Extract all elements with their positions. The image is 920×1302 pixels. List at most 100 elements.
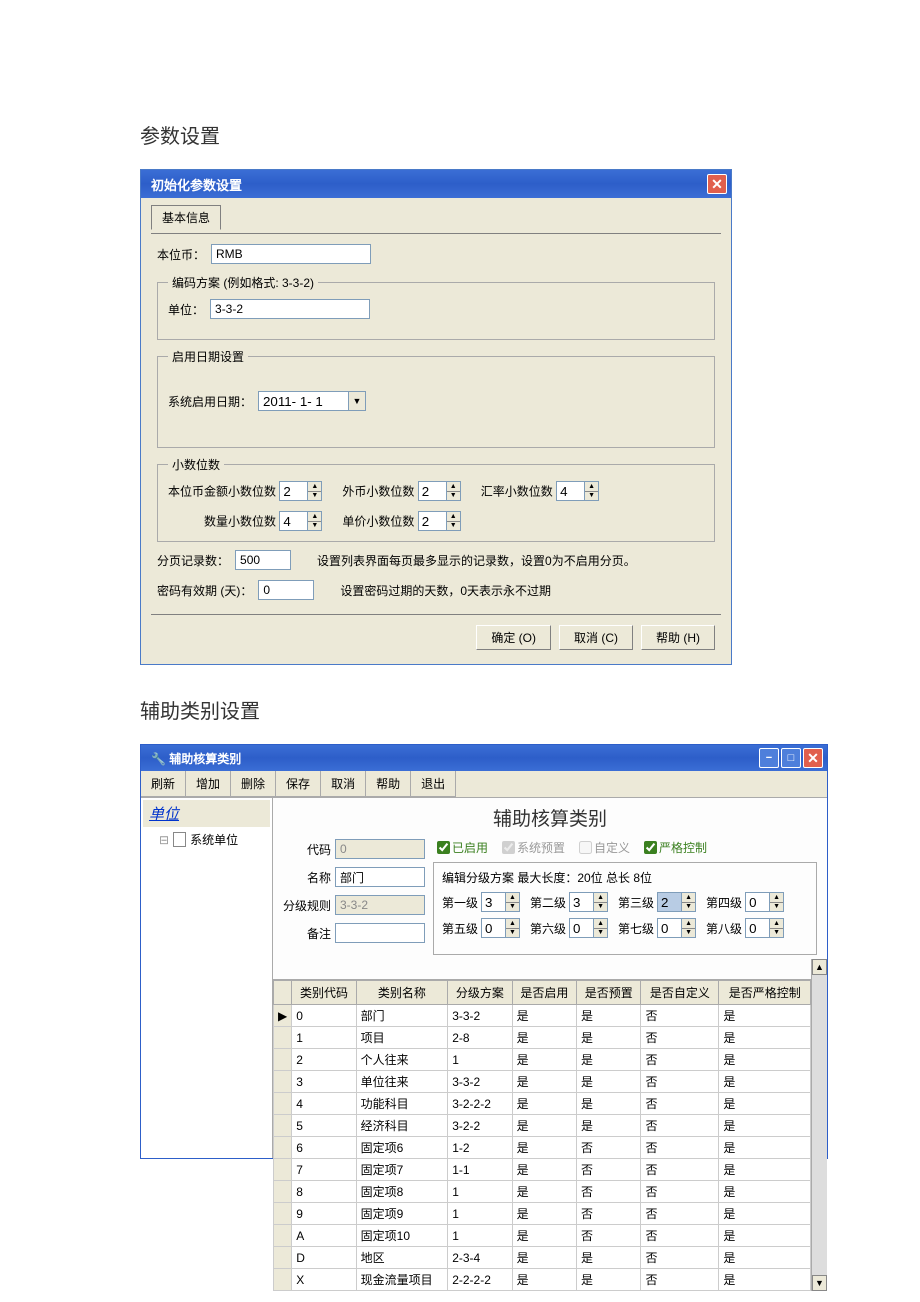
section-title-aux: 辅助类别设置 (140, 695, 780, 724)
sysdate-input[interactable] (258, 391, 348, 411)
toolbar-btn-删除[interactable]: 删除 (231, 771, 276, 797)
level-spinner-6[interactable]: ▲▼ (569, 918, 608, 938)
document-icon (173, 832, 186, 847)
ok-button[interactable]: 确定 (O) (476, 625, 551, 650)
close-icon-2[interactable]: ✕ (803, 748, 823, 768)
currency-input[interactable] (211, 244, 371, 264)
spin-up-icon[interactable]: ▲ (308, 482, 321, 492)
tree-item-system-unit[interactable]: 系统单位 (143, 827, 270, 852)
unit-label: 单位： (168, 301, 204, 318)
level-group: 编辑分级方案 最大长度：20位 总长 8位 第一级▲▼第二级▲▼第三级▲▼第四级… (433, 862, 817, 955)
col-header[interactable]: 分级方案 (448, 981, 512, 1005)
dropdown-icon[interactable]: ▼ (348, 391, 366, 411)
page-label: 分页记录数： (157, 552, 229, 569)
fieldset-encoding: 编码方案 (例如格式: 3-3-2) 单位： (157, 274, 715, 340)
table-row[interactable]: 3单位往来3-3-2是是否是 (274, 1071, 811, 1093)
chk-enabled[interactable]: 已启用 (437, 839, 488, 856)
col-header[interactable]: 是否严格控制 (719, 981, 811, 1005)
table-row[interactable]: 1项目2-8是是否是 (274, 1027, 811, 1049)
table-row[interactable]: A固定项101是否否是 (274, 1225, 811, 1247)
table-row[interactable]: D地区2-3-4是是否是 (274, 1247, 811, 1269)
toolbar-btn-增加[interactable]: 增加 (186, 771, 231, 797)
pwd-note: 设置密码过期的天数，0天表示永不过期 (340, 582, 551, 599)
chk-custom: 自定义 (579, 839, 630, 856)
date-legend: 启用日期设置 (168, 348, 248, 365)
scroll-up-icon[interactable]: ▲ (812, 959, 827, 975)
col-header[interactable]: 类别名称 (356, 981, 448, 1005)
toolbar-btn-帮助[interactable]: 帮助 (366, 771, 411, 797)
level-spinner-1[interactable]: ▲▼ (481, 892, 520, 912)
main-title: 辅助核算类别 (273, 798, 827, 835)
encoding-legend: 编码方案 (例如格式: 3-3-2) (168, 274, 318, 291)
decimal-legend: 小数位数 (168, 456, 224, 473)
toolbar-btn-刷新[interactable]: 刷新 (141, 771, 186, 797)
toolbar-btn-保存[interactable]: 保存 (276, 771, 321, 797)
scroll-down-icon[interactable]: ▼ (812, 1275, 827, 1291)
window-title: 初始化参数设置 (151, 175, 242, 194)
page-input[interactable] (235, 550, 291, 570)
rule-input (335, 895, 425, 915)
currency-label: 本位币： (157, 246, 205, 263)
table-row[interactable]: ▶0部门3-3-2是是否是 (274, 1005, 811, 1027)
dec-price-label: 单价小数位数 (342, 515, 414, 529)
dec-rate-spinner[interactable]: ▲▼ (556, 481, 599, 501)
dec-price-spinner[interactable]: ▲▼ (418, 511, 461, 531)
titlebar: 初始化参数设置 ✕ (141, 170, 731, 198)
close-icon[interactable]: ✕ (707, 174, 727, 194)
page-note: 设置列表界面每页最多显示的记录数，设置0为不启用分页。 (317, 552, 636, 569)
table-row[interactable]: 9固定项91是否否是 (274, 1203, 811, 1225)
chk-strict[interactable]: 严格控制 (644, 839, 707, 856)
fieldset-date: 启用日期设置 系统启用日期： ▼ (157, 348, 715, 448)
level-spinner-3[interactable]: ▲▼ (657, 892, 696, 912)
data-grid[interactable]: 类别代码类别名称分级方案是否启用是否预置是否自定义是否严格控制 ▶0部门3-3-… (273, 979, 811, 1291)
cancel-button[interactable]: 取消 (C) (559, 625, 633, 650)
table-row[interactable]: 7固定项71-1是否否是 (274, 1159, 811, 1181)
level-spinner-5[interactable]: ▲▼ (481, 918, 520, 938)
dec-foreign-spinner[interactable]: ▲▼ (418, 481, 461, 501)
col-header[interactable]: 类别代码 (292, 981, 356, 1005)
col-header[interactable]: 是否启用 (512, 981, 576, 1005)
section-title-params: 参数设置 (140, 120, 780, 149)
dec-local-spinner[interactable]: ▲▼ (279, 481, 322, 501)
dec-local-label: 本位币金额小数位数 (168, 485, 276, 499)
level-title: 编辑分级方案 最大长度：20位 总长 8位 (442, 869, 808, 886)
main-panel: 辅助核算类别 代码 名称 分级规则 备注 已启用 系统预置 自定义 严格控制 (273, 798, 827, 1158)
help-button[interactable]: 帮助 (H) (641, 625, 715, 650)
dec-qty-spinner[interactable]: ▲▼ (279, 511, 322, 531)
level-spinner-8[interactable]: ▲▼ (745, 918, 784, 938)
maximize-icon[interactable]: □ (781, 748, 801, 768)
toolbar-btn-取消[interactable]: 取消 (321, 771, 366, 797)
col-header[interactable]: 是否预置 (577, 981, 641, 1005)
table-row[interactable]: 5经济科目3-2-2是是否是 (274, 1115, 811, 1137)
level-spinner-4[interactable]: ▲▼ (745, 892, 784, 912)
toolbar: 刷新增加删除保存取消帮助退出 (141, 771, 827, 798)
remark-label: 备注 (283, 925, 331, 942)
dec-qty-label: 数量小数位数 (204, 515, 276, 529)
toolbar-btn-退出[interactable]: 退出 (411, 771, 456, 797)
vertical-scrollbar[interactable]: ▲ ▼ (811, 959, 827, 1291)
pwd-input[interactable] (258, 580, 314, 600)
chk-preset: 系统预置 (502, 839, 565, 856)
remark-input[interactable] (335, 923, 425, 943)
tree-item-label: 系统单位 (190, 831, 238, 848)
table-row[interactable]: 4功能科目3-2-2-2是是否是 (274, 1093, 811, 1115)
window-param-settings: 初始化参数设置 ✕ 基本信息 本位币： 编码方案 (例如格式: 3-3-2) 单… (140, 169, 732, 665)
sysdate-picker[interactable]: ▼ (258, 391, 366, 411)
unit-input[interactable] (210, 299, 370, 319)
table-row[interactable]: 2个人往来1是是否是 (274, 1049, 811, 1071)
tab-basic-info[interactable]: 基本信息 (151, 205, 221, 230)
minimize-icon[interactable]: − (759, 748, 779, 768)
name-label: 名称 (283, 869, 331, 886)
name-input[interactable] (335, 867, 425, 887)
col-header[interactable]: 是否自定义 (641, 981, 719, 1005)
level-spinner-2[interactable]: ▲▼ (569, 892, 608, 912)
table-row[interactable]: 8固定项81是否否是 (274, 1181, 811, 1203)
spin-down-icon[interactable]: ▼ (308, 492, 321, 501)
table-row[interactable]: 6固定项61-2是否否是 (274, 1137, 811, 1159)
sidebar: 单位 系统单位 (141, 798, 273, 1158)
code-input (335, 839, 425, 859)
level-spinner-7[interactable]: ▲▼ (657, 918, 696, 938)
table-row[interactable]: X现金流量项目2-2-2-2是是否是 (274, 1269, 811, 1291)
dec-rate-label: 汇率小数位数 (481, 485, 553, 499)
code-label: 代码 (283, 841, 331, 858)
